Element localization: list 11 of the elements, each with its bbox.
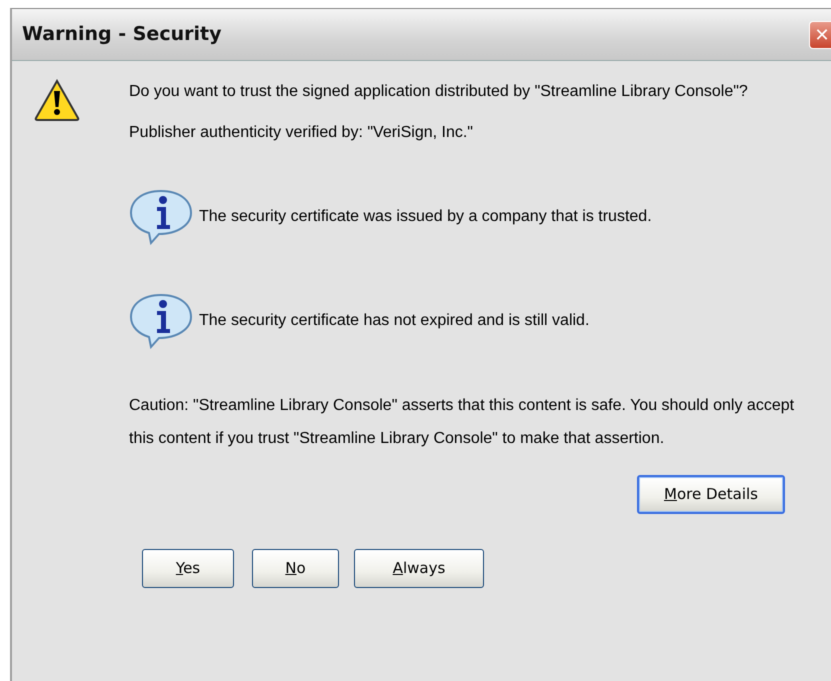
dialog-button[interactable]: More Details [637,475,785,514]
warning-icon [34,79,80,121]
window-title: Warning - Security [22,22,222,48]
dialog-button[interactable]: Always [354,549,484,588]
question-text: Do you want to trust the signed application distributed by "Streamline Library Console"? [129,82,749,102]
publisher-text: Publisher authenticity verified by: "VeriSign, Inc." [129,123,474,143]
dialog-button[interactable]: Yes [142,549,234,588]
note-text: The security certificate has not expired and is still valid. [199,310,590,330]
caution-text: Caution: "Streamline Library Console" asserts that this content is safe. You should only accept this content if you trust "Streamline Library Console" to make that assertion. [129,396,796,449]
dialog-button[interactable]: No [252,549,339,588]
note-text: The security certificate was issued by a company that is trusted. [199,206,652,226]
